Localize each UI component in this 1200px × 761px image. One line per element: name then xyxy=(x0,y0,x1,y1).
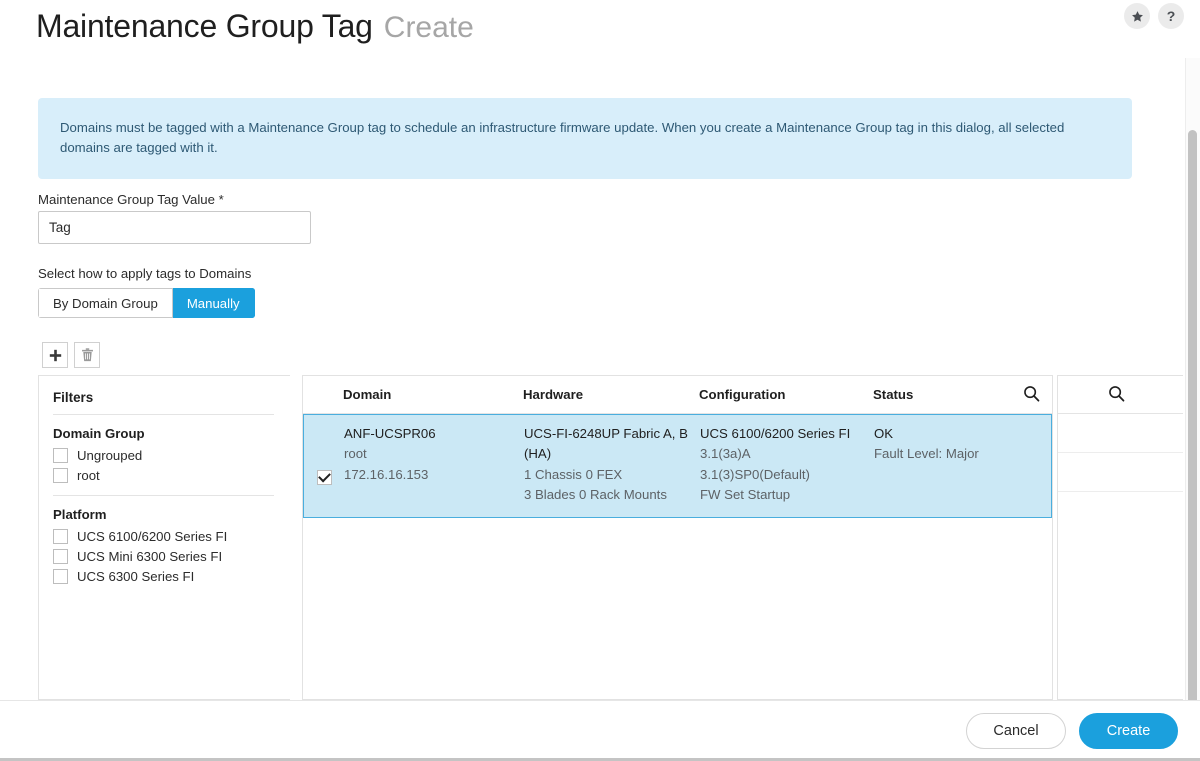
secondary-table-row[interactable] xyxy=(1058,414,1183,453)
page-title-mode: Create xyxy=(383,11,474,44)
cell-hardware: UCS-FI-6248UP Fabric A, B (HA) 1 Chassis… xyxy=(524,424,700,506)
add-icon[interactable] xyxy=(42,342,68,368)
filters-panel: Filters Domain Group Ungrouped root Plat… xyxy=(38,375,290,700)
config-version: 3.1(3a)A xyxy=(700,446,751,462)
filter-group-platform: Platform UCS 6100/6200 Series FI UCS Min… xyxy=(53,495,274,584)
vertical-scrollbar-track[interactable] xyxy=(1185,58,1200,746)
filter-option-ucs-6100-6200[interactable]: UCS 6100/6200 Series FI xyxy=(53,529,274,544)
tag-value-input[interactable] xyxy=(38,211,311,244)
cell-configuration: UCS 6100/6200 Series FI 3.1(3a)A 3.1(3)S… xyxy=(700,424,874,506)
filters-title: Filters xyxy=(53,390,274,415)
config-fw: FW Set Startup xyxy=(700,487,791,503)
tag-value-label-text: Maintenance Group Tag Value xyxy=(38,192,215,207)
table-header-configuration[interactable]: Configuration xyxy=(699,387,873,402)
table-header-row: Domain Hardware Configuration Status xyxy=(303,376,1052,414)
domain-group: root xyxy=(344,446,367,462)
hardware-chassis: 1 Chassis 0 FEX xyxy=(524,466,623,482)
filter-group-title: Domain Group xyxy=(53,426,145,441)
filter-option-ucs-mini-6300[interactable]: UCS Mini 6300 Series FI xyxy=(53,549,274,564)
status-fault-level: Fault Level: Major xyxy=(874,446,979,462)
info-banner: Domains must be tagged with a Maintenanc… xyxy=(38,98,1132,179)
info-banner-text: Domains must be tagged with a Maintenanc… xyxy=(60,120,1065,156)
required-marker: * xyxy=(218,192,224,207)
help-icon-glyph: ? xyxy=(1166,8,1176,24)
table-toolbar xyxy=(42,342,100,368)
apply-mode-segmented-control: By Domain Group Manually xyxy=(38,288,255,318)
apply-mode-label: Select how to apply tags to Domains xyxy=(38,266,252,281)
checkbox-ucs-6300[interactable] xyxy=(53,569,68,584)
filter-option-ungrouped[interactable]: Ungrouped xyxy=(53,448,274,463)
hardware-blades: 3 Blades 0 Rack Mounts xyxy=(524,487,667,503)
domain-name: ANF-UCSPR06 xyxy=(344,426,436,441)
cancel-button[interactable]: Cancel xyxy=(966,713,1066,749)
filter-option-label: Ungrouped xyxy=(77,448,143,463)
table-row[interactable]: ANF-UCSPR06 root 172.16.16.153 UCS-FI-62… xyxy=(303,414,1052,518)
status-state: OK xyxy=(874,426,894,441)
domain-ip: 172.16.16.153 xyxy=(344,466,429,482)
row-checkbox[interactable] xyxy=(316,470,332,486)
cell-status: OK Fault Level: Major xyxy=(874,424,1024,506)
search-icon[interactable] xyxy=(1023,385,1040,402)
segment-by-domain-group[interactable]: By Domain Group xyxy=(38,288,173,318)
search-icon[interactable] xyxy=(1108,385,1125,407)
filter-group-domain-group: Domain Group Ungrouped root xyxy=(53,415,274,483)
dialog-footer: Cancel Create xyxy=(0,700,1200,761)
page-title: Maintenance Group Tag Create xyxy=(36,8,474,45)
checkbox-ungrouped[interactable] xyxy=(53,448,68,463)
secondary-table-row[interactable] xyxy=(1058,453,1183,492)
table-header-domain[interactable]: Domain xyxy=(343,387,523,402)
maintenance-group-tag-create-page: ? Maintenance Group Tag Create Domains m… xyxy=(0,0,1200,761)
create-button[interactable]: Create xyxy=(1079,713,1178,749)
row-select-checkbox-cell xyxy=(304,424,344,506)
segment-manually[interactable]: Manually xyxy=(172,288,255,318)
secondary-table-header xyxy=(1058,376,1183,414)
config-bundle: 3.1(3)SP0(Default) xyxy=(700,466,810,482)
footer-button-group: Cancel Create xyxy=(966,713,1178,749)
header-icon-group: ? xyxy=(1124,3,1184,29)
config-platform: UCS 6100/6200 Series FI xyxy=(700,426,851,441)
filter-option-label: UCS Mini 6300 Series FI xyxy=(77,549,223,564)
checkbox-root[interactable] xyxy=(53,468,68,483)
table-header-status[interactable]: Status xyxy=(873,387,1023,402)
domains-table-panel: Domain Hardware Configuration Status ANF… xyxy=(302,375,1053,700)
favorite-star-icon[interactable] xyxy=(1124,3,1150,29)
filter-option-root[interactable]: root xyxy=(53,468,274,483)
hardware-model: UCS-FI-6248UP Fabric A, B (HA) xyxy=(524,426,688,462)
table-header-hardware[interactable]: Hardware xyxy=(523,387,699,402)
filter-option-ucs-6300[interactable]: UCS 6300 Series FI xyxy=(53,569,274,584)
help-icon[interactable]: ? xyxy=(1158,3,1184,29)
filter-option-label: root xyxy=(77,468,100,483)
tag-value-label: Maintenance Group Tag Value * xyxy=(38,192,224,207)
secondary-table-panel xyxy=(1057,375,1183,700)
vertical-scrollbar-thumb[interactable] xyxy=(1188,130,1197,746)
filter-group-title: Platform xyxy=(53,507,107,522)
page-title-main: Maintenance Group Tag xyxy=(36,8,373,44)
checkbox-ucs-mini-6300[interactable] xyxy=(53,549,68,564)
filter-option-label: UCS 6100/6200 Series FI xyxy=(77,529,228,544)
checkbox-ucs-6100-6200[interactable] xyxy=(53,529,68,544)
filter-option-label: UCS 6300 Series FI xyxy=(77,569,195,584)
cell-domain: ANF-UCSPR06 root 172.16.16.153 xyxy=(344,424,524,506)
trash-icon[interactable] xyxy=(74,342,100,368)
